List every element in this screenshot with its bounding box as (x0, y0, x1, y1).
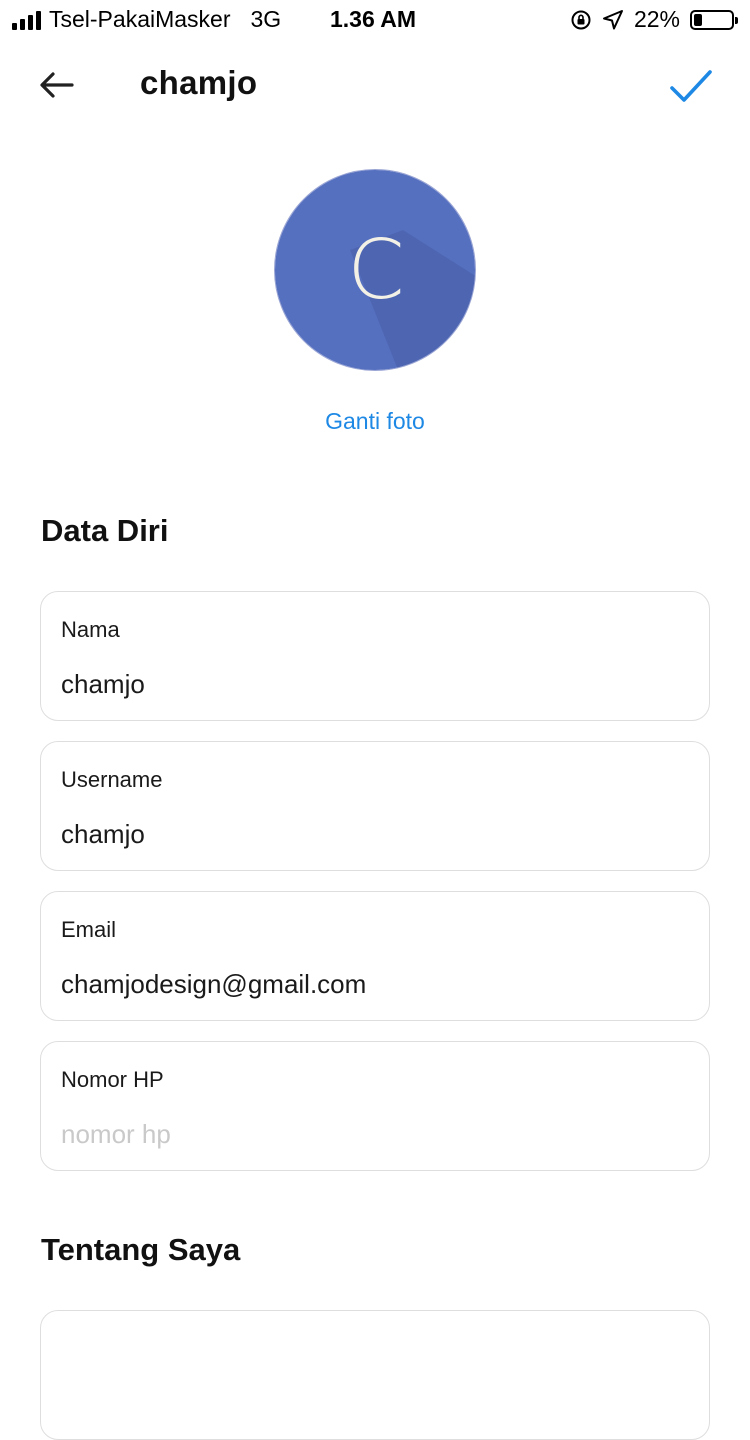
battery-icon (690, 9, 738, 30)
avatar-image: C (275, 170, 475, 370)
top-app-bar: chamjo (0, 52, 750, 118)
status-time: 1.36 AM (330, 6, 417, 32)
battery-percent: 22% (633, 6, 680, 32)
field-label: Nomor HP (61, 1067, 164, 1092)
name-input[interactable]: chamjo (61, 669, 145, 700)
page-title: chamjo (140, 64, 258, 101)
change-photo-link[interactable]: Ganti foto (0, 408, 750, 435)
section-title-about-me: Tentang Saya (41, 1232, 241, 1267)
status-right: 22% (570, 6, 738, 33)
email-input[interactable]: chamjodesign@gmail.com (61, 969, 366, 1000)
avatar[interactable]: C (274, 169, 476, 371)
name-field[interactable]: Nama chamjo (40, 591, 710, 721)
field-label: Username (61, 767, 163, 792)
avatar-initial: C (347, 223, 404, 318)
status-bar: Tsel-PakaiMasker 3G 1.36 AM 22% (0, 0, 750, 40)
username-input[interactable]: chamjo (61, 819, 145, 850)
email-field[interactable]: Email chamjodesign@gmail.com (40, 891, 710, 1021)
field-label: Nama (61, 617, 120, 642)
save-button[interactable] (668, 62, 716, 110)
status-left: Tsel-PakaiMasker 3G (12, 6, 281, 33)
about-field[interactable] (40, 1310, 710, 1440)
location-arrow-icon (602, 9, 623, 29)
checkmark-icon (670, 70, 712, 102)
carrier-name: Tsel-PakaiMasker (49, 6, 231, 32)
phone-input[interactable]: nomor hp (61, 1119, 171, 1150)
phone-field[interactable]: Nomor HP nomor hp (40, 1041, 710, 1171)
back-button[interactable] (30, 62, 82, 114)
username-field[interactable]: Username chamjo (40, 741, 710, 871)
field-label: Email (61, 917, 117, 942)
section-title-personal-data: Data Diri (41, 513, 169, 548)
signal-icon (12, 10, 41, 30)
arrow-left-icon (40, 72, 74, 98)
rotation-lock-icon (571, 10, 591, 29)
network-type: 3G (250, 6, 282, 32)
battery-level (694, 13, 702, 26)
